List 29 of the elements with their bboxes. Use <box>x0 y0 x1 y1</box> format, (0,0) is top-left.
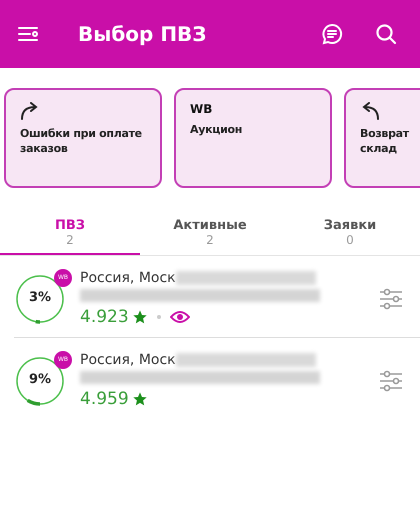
screen-title: Выбор ПВЗ <box>78 22 207 46</box>
address-text: Россия, Моск <box>80 352 176 368</box>
settings-icon[interactable] <box>378 286 404 310</box>
tab[interactable]: Активные 2 <box>140 216 280 255</box>
percent-label: 3% <box>28 290 52 304</box>
shortcut-card[interactable]: Возврат склад <box>344 88 420 188</box>
progress-ring <box>14 354 66 406</box>
progress-ring <box>14 272 66 324</box>
star-icon <box>132 391 148 407</box>
tab[interactable]: Заявки 0 <box>280 216 420 255</box>
star-icon <box>132 309 148 325</box>
card-label: Аукцион <box>190 122 242 138</box>
card-label: Ошибки при оплате заказов <box>20 126 143 157</box>
tab[interactable]: ПВЗ 2 <box>0 216 140 255</box>
rating-value: 4.923 <box>80 307 129 327</box>
rating-value: 4.959 <box>80 389 129 409</box>
shortcut-card[interactable]: Ошибки при оплате заказов <box>4 88 162 188</box>
address-text: Россия, Моск <box>80 270 176 286</box>
eye-icon <box>170 310 190 324</box>
brand-logo: WB <box>190 102 212 116</box>
settings-icon[interactable] <box>378 368 404 392</box>
chat-icon[interactable] <box>320 22 344 46</box>
search-icon[interactable] <box>374 22 398 46</box>
shortcut-card[interactable]: WB Аукцион <box>174 88 332 188</box>
arrow-icon <box>360 102 380 120</box>
arrow-icon <box>20 102 40 120</box>
percent-label: 9% <box>28 372 52 386</box>
separator-dot <box>156 315 161 319</box>
card-label: Возврат склад <box>360 126 409 157</box>
